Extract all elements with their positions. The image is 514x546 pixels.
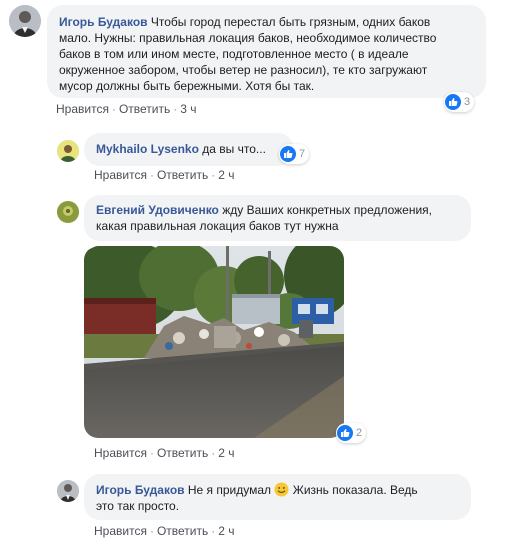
avatar-igor[interactable] xyxy=(9,5,41,37)
comment-bubble: Евгений Удовиченко жду Ваших конкретных … xyxy=(84,195,471,241)
like-link[interactable]: Нравится xyxy=(56,102,109,116)
avatar-evgeniy[interactable] xyxy=(57,201,79,223)
smile-emoji-icon xyxy=(274,482,289,497)
avatar-mykhailo[interactable] xyxy=(57,140,79,162)
reaction-count[interactable]: 2 xyxy=(336,423,367,443)
thumbs-up-icon xyxy=(337,425,353,441)
comment-actions: Нравится · Ответить · 2 ч xyxy=(94,168,235,182)
timestamp[interactable]: 2 ч xyxy=(218,168,234,182)
comment-author[interactable]: Игорь Будаков xyxy=(96,483,185,497)
reaction-count[interactable]: 7 xyxy=(279,144,310,164)
reply-link[interactable]: Ответить xyxy=(157,524,208,538)
comment-actions: Нравится · Ответить · 3 ч xyxy=(56,102,197,116)
comment-text: Жизнь показала. Ведь xyxy=(292,483,418,497)
reaction-count-text: 7 xyxy=(299,148,306,160)
comment-author[interactable]: Mykhailo Lysenko xyxy=(96,142,199,156)
reply-link[interactable]: Ответить xyxy=(157,446,208,460)
comment-text: Не я придумал xyxy=(187,483,272,497)
reply-link[interactable]: Ответить xyxy=(157,168,208,182)
comment-bubble: Mykhailo Lysenko да вы что... xyxy=(84,133,294,166)
timestamp[interactable]: 2 ч xyxy=(218,446,234,460)
thumbs-up-icon xyxy=(445,94,461,110)
comment-actions: Нравится · Ответить · 2 ч xyxy=(94,446,235,460)
comment-text-line: это так просто. xyxy=(96,499,180,513)
comment-text-line: мусор должны быть бережными. Хотя бы так… xyxy=(59,79,315,93)
comment-text-line: мало. Нужны: правильная локация баков, н… xyxy=(59,31,437,45)
comment-author[interactable]: Евгений Удовиченко xyxy=(96,203,219,217)
timestamp[interactable]: 3 ч xyxy=(180,102,196,116)
comment-actions: Нравится · Ответить · 2 ч xyxy=(94,524,235,538)
comment-bubble: Игорь Будаков Не я придумал Жизнь показа… xyxy=(84,474,471,520)
comment-text-line: жду Ваших конкретных предложения, xyxy=(222,203,433,217)
comment-author[interactable]: Игорь Будаков xyxy=(59,15,148,29)
like-link[interactable]: Нравится xyxy=(94,446,147,460)
like-link[interactable]: Нравится xyxy=(94,524,147,538)
timestamp[interactable]: 2 ч xyxy=(218,524,234,538)
comment-text-line: Чтобы город перестал быть грязным, одних… xyxy=(150,15,431,29)
comment-photo[interactable] xyxy=(84,246,344,438)
like-link[interactable]: Нравится xyxy=(94,168,147,182)
comment-bubble: Игорь Будаков Чтобы город перестал быть … xyxy=(47,5,486,98)
reply-link[interactable]: Ответить xyxy=(119,102,170,116)
reaction-count-text: 2 xyxy=(356,427,363,439)
comment-text-line: окруженное забором, чтобы ветер не разно… xyxy=(59,63,428,77)
comment-text-line: какая правильная локация баков тут нужна xyxy=(96,219,339,233)
trash-site-photo xyxy=(84,246,344,438)
comment-text: да вы что... xyxy=(202,142,266,156)
reaction-count-text: 3 xyxy=(464,96,471,108)
reaction-count[interactable]: 3 xyxy=(444,92,475,112)
comment-text-line: баков в том или ином месте, подготовленн… xyxy=(59,47,409,61)
thumbs-up-icon xyxy=(280,146,296,162)
avatar-igor[interactable] xyxy=(57,480,79,502)
